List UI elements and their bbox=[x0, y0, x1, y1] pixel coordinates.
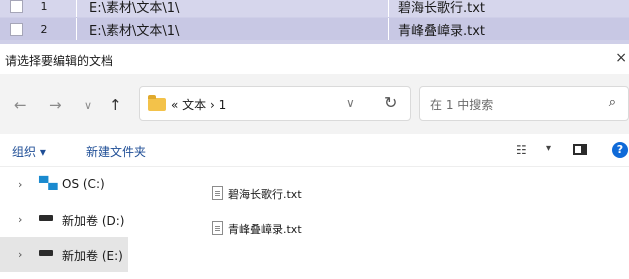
nav-item-label: OS (C:) bbox=[62, 177, 105, 191]
file-list: 碧海长歌行.txt 青峰叠嶂录.txt bbox=[150, 167, 629, 279]
nav-item-label: 新加卷 (E:) bbox=[62, 249, 123, 263]
search-icon[interactable]: ⌕ bbox=[609, 95, 616, 110]
windows-drive-icon: ▀▄ bbox=[39, 176, 58, 190]
drive-icon bbox=[39, 250, 53, 256]
nav-item-drive-e[interactable]: › 新加卷 (E:) bbox=[0, 237, 128, 272]
preview-pane-icon[interactable] bbox=[573, 144, 587, 155]
table-row[interactable]: 1 E:\素材\文本\1\ 碧海长歌行.txt bbox=[0, 0, 629, 17]
drive-icon bbox=[39, 215, 53, 221]
file-name: 碧海长歌行.txt bbox=[228, 188, 302, 201]
refresh-icon[interactable]: ↻ bbox=[384, 93, 397, 112]
row-index: 2 bbox=[40, 22, 48, 36]
dialog-titlebar[interactable]: 请选择要编辑的文档 × bbox=[0, 44, 629, 74]
column-divider bbox=[388, 18, 389, 40]
organize-menu-button[interactable]: 组织 ▾ bbox=[12, 143, 46, 160]
navigation-pane: › ▀▄ OS (C:) › 新加卷 (D:) › 新加卷 (E:) bbox=[0, 167, 150, 279]
text-file-icon bbox=[212, 221, 223, 235]
navigation-bar: ← → ∨ ↑ « 文本 › 1 ∨ ↻ 在 1 中搜索 ⌕ bbox=[0, 74, 629, 134]
expand-chevron-icon[interactable]: › bbox=[18, 178, 22, 191]
open-file-dialog: 请选择要编辑的文档 × ← → ∨ ↑ « 文本 › 1 ∨ ↻ 在 1 中搜索… bbox=[0, 44, 629, 279]
close-icon[interactable]: × bbox=[615, 50, 627, 66]
new-folder-button[interactable]: 新建文件夹 bbox=[86, 143, 146, 160]
nav-item-drive-c[interactable]: › ▀▄ OS (C:) bbox=[0, 167, 128, 202]
address-bar[interactable]: « 文本 › 1 ∨ ↻ bbox=[139, 86, 411, 121]
command-toolbar: 组织 ▾ 新建文件夹 ☷ ▾ ? bbox=[0, 134, 629, 167]
file-name: 青峰叠嶂录.txt bbox=[228, 223, 302, 236]
view-dropdown-icon[interactable]: ▾ bbox=[546, 143, 551, 154]
folder-icon bbox=[148, 95, 166, 111]
help-icon[interactable]: ? bbox=[612, 142, 628, 158]
text-file-icon bbox=[212, 186, 223, 200]
back-arrow-icon[interactable]: ← bbox=[14, 96, 27, 114]
address-dropdown-icon[interactable]: ∨ bbox=[346, 96, 355, 110]
search-box[interactable]: 在 1 中搜索 ⌕ bbox=[419, 86, 629, 121]
row-checkbox[interactable] bbox=[10, 0, 23, 13]
column-divider bbox=[388, 0, 389, 17]
view-options-icon[interactable]: ☷ bbox=[516, 143, 527, 157]
nav-item-drive-d[interactable]: › 新加卷 (D:) bbox=[0, 202, 128, 237]
nav-item-label: 新加卷 (D:) bbox=[62, 214, 125, 228]
dialog-title: 请选择要编辑的文档 bbox=[5, 54, 114, 68]
row-checkbox[interactable] bbox=[10, 22, 23, 36]
row-filename: 碧海长歌行.txt bbox=[398, 0, 486, 16]
up-arrow-icon[interactable]: ↑ bbox=[109, 96, 122, 114]
search-placeholder[interactable]: 在 1 中搜索 bbox=[430, 96, 493, 113]
row-path: E:\素材\文本\1\ bbox=[89, 23, 180, 39]
row-path: E:\素材\文本\1\ bbox=[89, 0, 180, 16]
row-filename: 青峰叠嶂录.txt bbox=[398, 23, 486, 39]
row-index: 1 bbox=[40, 0, 48, 13]
table-row[interactable]: 2 E:\素材\文本\1\ 青峰叠嶂录.txt bbox=[0, 18, 629, 40]
forward-arrow-icon[interactable]: → bbox=[49, 96, 62, 114]
expand-chevron-icon[interactable]: › bbox=[18, 213, 22, 226]
expand-chevron-icon[interactable]: › bbox=[18, 248, 22, 261]
recent-locations-chevron-icon[interactable]: ∨ bbox=[84, 99, 92, 112]
column-divider bbox=[76, 0, 77, 17]
breadcrumb[interactable]: « 文本 › 1 bbox=[171, 96, 226, 113]
background-app: 1 E:\素材\文本\1\ 碧海长歌行.txt 2 E:\素材\文本\1\ 青峰… bbox=[0, 0, 629, 44]
column-divider bbox=[76, 18, 77, 40]
